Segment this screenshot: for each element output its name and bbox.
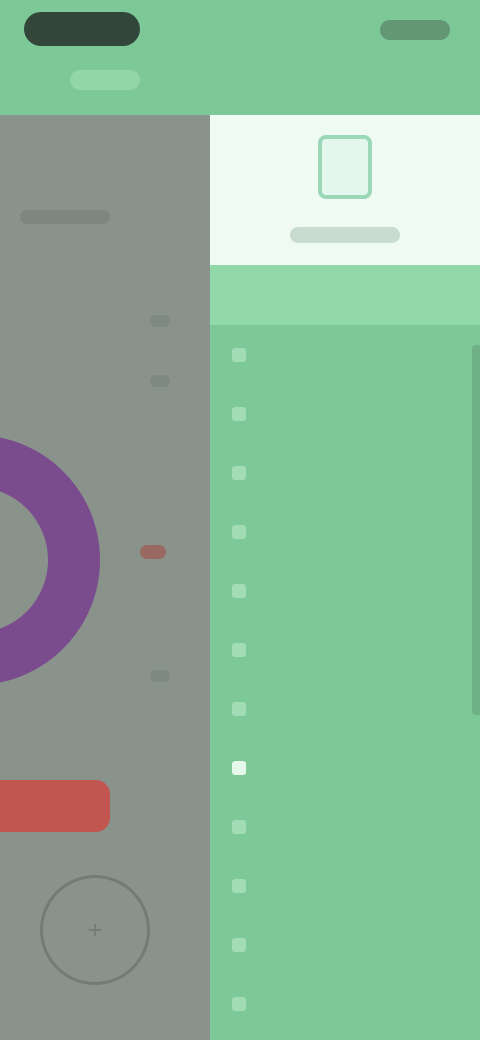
indicator-mark [150, 670, 170, 682]
camera-cutout [24, 12, 140, 46]
indicator-mark [150, 315, 170, 327]
drawer-item-4[interactable] [210, 502, 480, 561]
share-icon [232, 819, 246, 834]
help-icon [232, 937, 246, 952]
home-icon [232, 347, 246, 362]
drawer-item-7[interactable] [210, 679, 480, 738]
chart-icon [232, 465, 246, 480]
info-icon [232, 996, 246, 1011]
tag-icon [232, 642, 246, 657]
drawer-item-8[interactable] [210, 738, 480, 797]
drawer-item-6[interactable] [210, 620, 480, 679]
drawer-item-12[interactable] [210, 974, 480, 1033]
status-badge [140, 545, 166, 559]
main-label [20, 210, 110, 224]
drawer-section-band [210, 265, 480, 325]
plus-icon: + [87, 914, 103, 945]
drawer-menu [210, 325, 480, 1033]
app-name [290, 227, 400, 243]
status-bar [0, 0, 480, 110]
history-icon [232, 583, 246, 598]
action-button[interactable] [0, 780, 110, 832]
list-icon [232, 406, 246, 421]
star-icon [232, 878, 246, 893]
drawer-item-5[interactable] [210, 561, 480, 620]
settings-icon [232, 701, 246, 716]
indicator-mark [150, 375, 170, 387]
toolbar-title [70, 70, 140, 90]
status-icons [380, 20, 450, 40]
drawer-item-11[interactable] [210, 915, 480, 974]
drawer-item-10[interactable] [210, 856, 480, 915]
app-logo [318, 135, 372, 199]
drawer-item-2[interactable] [210, 384, 480, 443]
main-content-dimmed[interactable]: + [0, 115, 210, 1040]
add-button[interactable]: + [40, 875, 150, 985]
drawer-item-3[interactable] [210, 443, 480, 502]
backup-icon [232, 760, 246, 775]
drawer-item-1[interactable] [210, 325, 480, 384]
progress-ring [0, 435, 100, 685]
drawer-item-9[interactable] [210, 797, 480, 856]
calendar-icon [232, 524, 246, 539]
drawer-header [210, 115, 480, 265]
navigation-drawer [210, 115, 480, 1040]
